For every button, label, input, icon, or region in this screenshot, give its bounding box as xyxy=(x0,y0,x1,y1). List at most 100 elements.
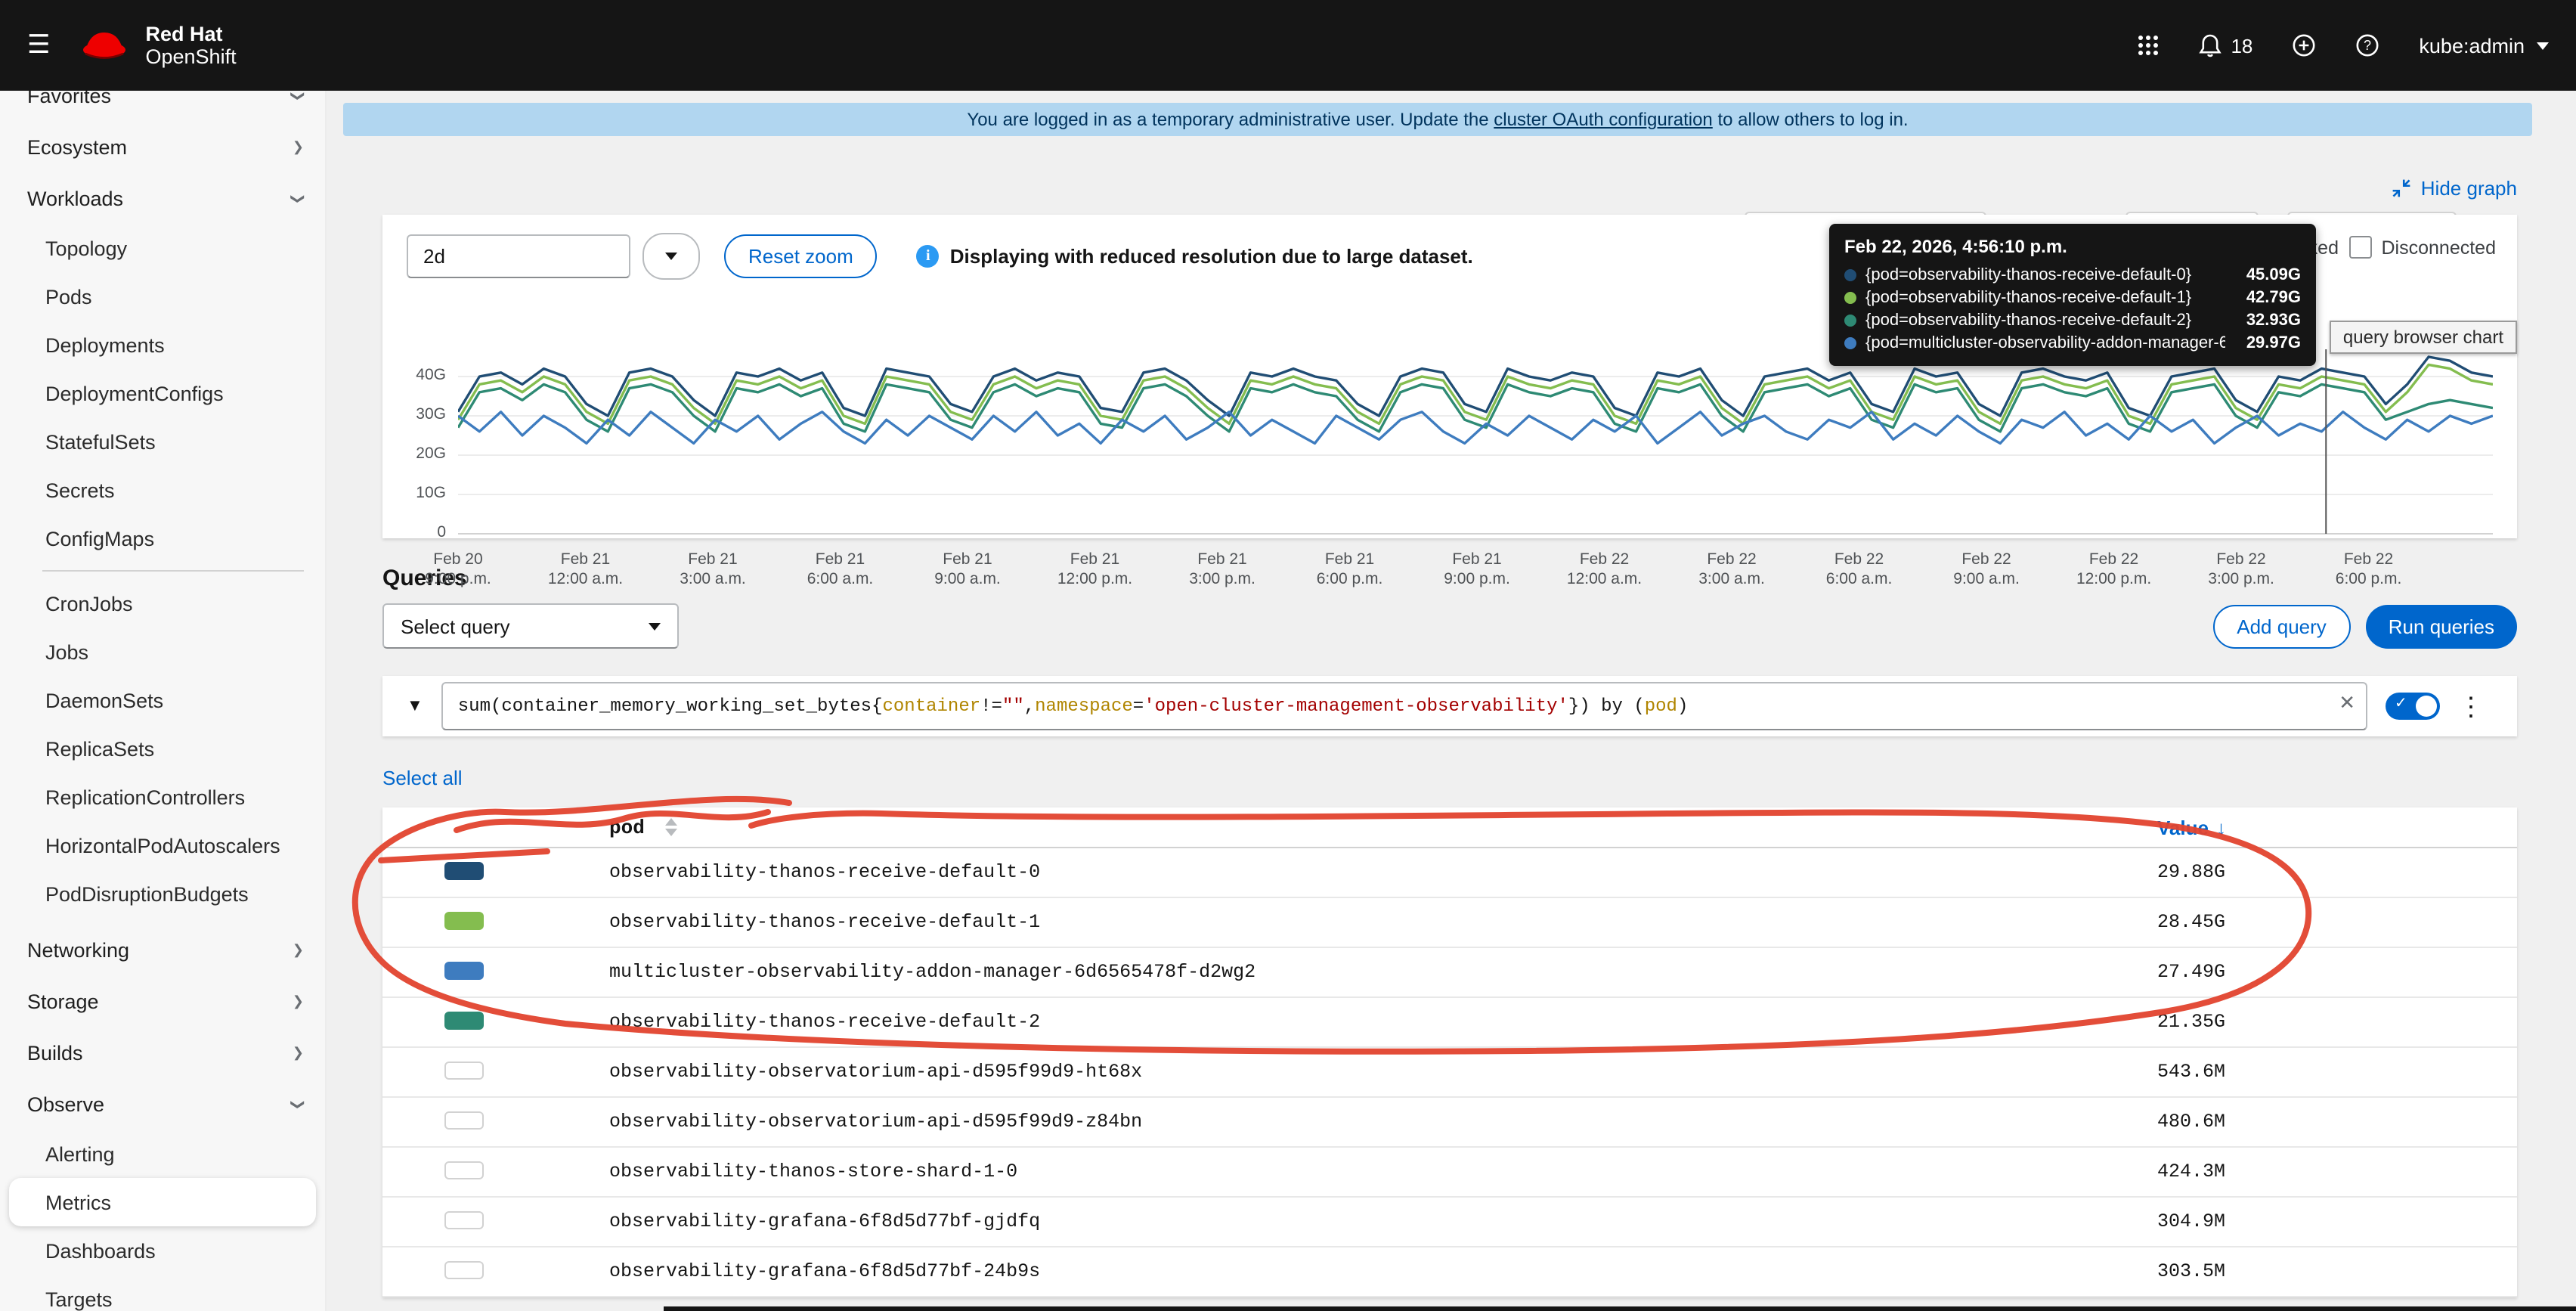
help-button[interactable]: ? xyxy=(2355,33,2379,57)
value-cell: 28.45G xyxy=(2157,912,2517,933)
tooltip-series-label: {pod=observability-thanos-receive-defaul… xyxy=(1865,309,2225,332)
series-color-dot xyxy=(1844,337,1856,349)
hide-graph-button[interactable]: Hide graph xyxy=(2392,176,2517,199)
sidebar-item-builds[interactable]: Builds❯ xyxy=(0,1027,325,1078)
timespan-input[interactable]: 2d xyxy=(407,234,630,278)
sidebar-item-workloads[interactable]: Workloads❯ xyxy=(0,172,325,224)
y-axis-tick-label: 20G xyxy=(416,445,446,463)
pod-column-header[interactable]: pod xyxy=(609,816,645,838)
sidebar-item-replicationcontrollers[interactable]: ReplicationControllers xyxy=(0,773,325,821)
user-name: kube:admin xyxy=(2419,34,2525,57)
sidebar-item-poddisruptionbudgets[interactable]: PodDisruptionBudgets xyxy=(0,869,325,918)
sidebar-item-favorites[interactable]: Favorites❯ xyxy=(0,91,325,121)
series-toggle-swatch[interactable] xyxy=(444,911,484,929)
series-toggle-swatch[interactable] xyxy=(444,1111,484,1129)
nav-toggle-icon[interactable]: ☰ xyxy=(27,30,51,60)
value-cell: 29.88G xyxy=(2157,862,2517,883)
chart-area[interactable]: 40G30G20G10G0 Feb 209:00 p.m.Feb 2112:00… xyxy=(407,346,2493,593)
reset-zoom-button[interactable]: Reset zoom xyxy=(724,234,878,278)
sidebar-item-ecosystem[interactable]: Ecosystem❯ xyxy=(0,121,325,172)
run-queries-button[interactable]: Run queries xyxy=(2366,604,2517,648)
select-all-link[interactable]: Select all xyxy=(382,767,463,789)
value-column-header[interactable]: Value xyxy=(2157,816,2209,838)
chevron-right-icon: ❯ xyxy=(293,1046,304,1059)
clear-query-icon[interactable]: ✕ xyxy=(2339,693,2355,712)
series-toggle-swatch[interactable] xyxy=(444,1061,484,1079)
sidebar-item-horizontalpodautoscalers[interactable]: HorizontalPodAutoscalers xyxy=(0,821,325,869)
sidebar-item-label: ReplicaSets xyxy=(45,737,304,760)
sidebar-item-label: Topology xyxy=(45,237,304,259)
expression-token: 'open-cluster-management-observability' xyxy=(1144,696,1568,717)
user-menu[interactable]: kube:admin xyxy=(2419,34,2549,57)
table-row[interactable]: observability-grafana-6f8d5d77bf-gjdfq30… xyxy=(382,1198,2517,1247)
toggle-knob xyxy=(2416,696,2437,717)
sidebar-item-statefulsets[interactable]: StatefulSets xyxy=(0,417,325,466)
series-toggle-swatch[interactable] xyxy=(444,961,484,979)
series-toggle-swatch[interactable] xyxy=(444,861,484,879)
table-row[interactable]: observability-thanos-receive-default-029… xyxy=(382,848,2517,898)
query-expression-input[interactable]: sum(container_memory_working_set_bytes{c… xyxy=(441,682,2367,730)
table-row[interactable]: observability-grafana-6f8d5d77bf-24b9s30… xyxy=(382,1247,2517,1297)
table-row[interactable]: multicluster-observability-addon-manager… xyxy=(382,948,2517,998)
sidebar-item-pods[interactable]: Pods xyxy=(0,272,325,321)
sidebar-item-topology[interactable]: Topology xyxy=(0,224,325,272)
oauth-config-link[interactable]: cluster OAuth configuration xyxy=(1494,109,1713,130)
query-kebab-menu[interactable]: ⋮ xyxy=(2458,693,2484,719)
series-color-dot xyxy=(1844,293,1856,305)
sidebar-item-alerting[interactable]: Alerting xyxy=(0,1130,325,1178)
sidebar-item-secrets[interactable]: Secrets xyxy=(0,466,325,514)
sidebar-item-label: Targets xyxy=(45,1288,304,1310)
value-cell: 480.6M xyxy=(2157,1111,2517,1133)
sidebar-item-targets[interactable]: Targets xyxy=(0,1275,325,1311)
tooltip-series-row: {pod=observability-thanos-receive-defaul… xyxy=(1844,287,2301,310)
sidebar-item-label: Dashboards xyxy=(45,1239,304,1262)
series-toggle-swatch[interactable] xyxy=(444,1210,484,1229)
sidebar-item-label: Observe xyxy=(27,1092,293,1115)
sidebar-item-dashboards[interactable]: Dashboards xyxy=(0,1226,325,1275)
select-query-dropdown[interactable]: Select query xyxy=(382,603,679,649)
series-swatch-cell xyxy=(382,1011,609,1034)
hide-graph-label: Hide graph xyxy=(2421,176,2517,199)
add-button[interactable] xyxy=(2292,33,2316,57)
sidebar-item-label: Jobs xyxy=(45,640,304,663)
x-axis-tick-label: Feb 223:00 a.m. xyxy=(1698,550,1765,590)
sidebar-item-jobs[interactable]: Jobs xyxy=(0,628,325,676)
app-launcher-icon[interactable] xyxy=(2137,35,2158,56)
chart-y-axis: 40G30G20G10G0 xyxy=(407,346,452,546)
reduced-resolution-notice: i Displaying with reduced resolution due… xyxy=(917,245,1473,268)
metrics-line-chart[interactable] xyxy=(458,346,2493,546)
sidebar-item-deploymentconfigs[interactable]: DeploymentConfigs xyxy=(0,369,325,417)
sidebar-item-storage[interactable]: Storage❯ xyxy=(0,975,325,1027)
sidebar-item-metrics[interactable]: Metrics xyxy=(9,1178,316,1226)
series-toggle-swatch[interactable] xyxy=(444,1161,484,1179)
sidebar-item-replicasets[interactable]: ReplicaSets xyxy=(0,724,325,773)
value-cell: 304.9M xyxy=(2157,1211,2517,1232)
query-expander-chevron-icon[interactable]: ▼ xyxy=(407,697,423,715)
sidebar-item-observe[interactable]: Observe❯ xyxy=(0,1078,325,1130)
checkbox-icon xyxy=(2350,236,2373,259)
sort-icon[interactable] xyxy=(666,818,678,836)
notifications-button[interactable]: 18 xyxy=(2197,33,2252,57)
table-row[interactable]: observability-thanos-receive-default-221… xyxy=(382,998,2517,1048)
x-axis-tick-label: Feb 229:00 a.m. xyxy=(1953,550,2020,590)
sidebar-item-deployments[interactable]: Deployments xyxy=(0,321,325,369)
series-toggle-swatch[interactable] xyxy=(444,1260,484,1278)
sidebar-item-cronjobs[interactable]: CronJobs xyxy=(0,579,325,628)
table-row[interactable]: observability-thanos-receive-default-128… xyxy=(382,898,2517,948)
sidebar-item-daemonsets[interactable]: DaemonSets xyxy=(0,676,325,724)
sidebar-item-configmaps[interactable]: ConfigMaps xyxy=(0,514,325,563)
table-row[interactable]: observability-thanos-store-shard-1-0424.… xyxy=(382,1148,2517,1198)
disconnected-checkbox[interactable]: Disconnected xyxy=(2350,236,2497,259)
chevron-down-icon: ❯ xyxy=(291,192,305,203)
sidebar-item-networking[interactable]: Networking❯ xyxy=(0,924,325,975)
timespan-dropdown-button[interactable] xyxy=(642,233,700,280)
enable-query-toggle[interactable]: ✓ xyxy=(2386,693,2440,720)
series-toggle-swatch[interactable] xyxy=(444,1011,484,1029)
metrics-table-body: observability-thanos-receive-default-029… xyxy=(382,848,2517,1297)
x-axis-tick-label: Feb 226:00 a.m. xyxy=(1826,550,1893,590)
table-row[interactable]: observability-observatorium-api-d595f99d… xyxy=(382,1048,2517,1098)
series-swatch-cell xyxy=(382,1161,609,1183)
add-query-button[interactable]: Add query xyxy=(2212,604,2351,648)
x-axis-tick-label: Feb 2212:00 p.m. xyxy=(2076,550,2151,590)
table-row[interactable]: observability-observatorium-api-d595f99d… xyxy=(382,1098,2517,1148)
